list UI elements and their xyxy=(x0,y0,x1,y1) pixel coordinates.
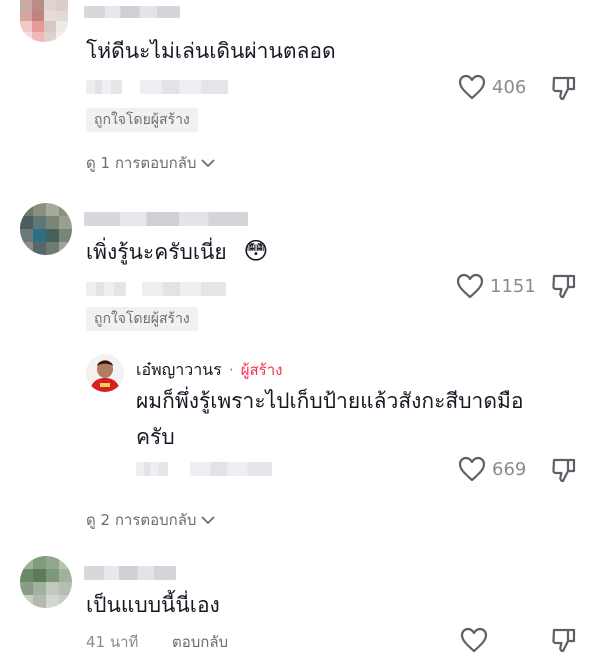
commenter-avatar[interactable] xyxy=(20,556,72,608)
heart-outline-icon xyxy=(458,456,486,482)
comment-meta xyxy=(140,80,228,94)
heart-outline-icon[interactable] xyxy=(460,627,488,653)
like-count: 406 xyxy=(492,76,527,98)
reply-text-line-1: ผมก็พึ่งรู้เพราะไปเก็บป้ายแล้วสังกะสีบาด… xyxy=(136,389,524,413)
like-button[interactable]: 669 xyxy=(458,456,526,482)
dislike-icon[interactable] xyxy=(550,626,578,654)
chevron-down-icon xyxy=(201,516,216,525)
reply-meta xyxy=(136,462,168,476)
heart-outline-icon xyxy=(456,273,484,299)
commenter-username[interactable] xyxy=(84,566,176,580)
comment-meta xyxy=(142,282,226,296)
chevron-down-icon xyxy=(201,159,216,168)
like-count: 669 xyxy=(492,458,527,480)
reply-text-line-2: ครับ xyxy=(136,425,175,449)
creator-avatar-image xyxy=(86,354,124,392)
separator-dot: · xyxy=(228,361,234,379)
liked-by-creator-badge: ถูกใจโดยผู้สร้าง xyxy=(86,307,198,331)
reply-meta xyxy=(190,462,272,476)
creator-label: ผู้สร้าง xyxy=(240,361,283,379)
commenter-avatar[interactable] xyxy=(20,203,72,255)
dislike-icon[interactable] xyxy=(550,272,578,300)
dislike-icon[interactable] xyxy=(550,74,578,102)
comment-text: โห่ดีนะไม่เล่นเดินผ่านตลอด xyxy=(86,39,336,63)
dislike-icon[interactable] xyxy=(550,456,578,484)
view-replies-label: ดู 1 การตอบกลับ xyxy=(86,154,197,172)
comment-meta xyxy=(86,282,126,296)
reply-author-name[interactable]: เอ๋พญาวานร xyxy=(136,360,222,379)
commenter-username[interactable] xyxy=(84,212,248,226)
comment-meta xyxy=(86,80,122,94)
commenter-username[interactable] xyxy=(84,6,180,18)
view-replies-button[interactable]: ดู 2 การตอบกลับ xyxy=(86,508,216,532)
like-button[interactable]: 406 xyxy=(458,74,526,100)
comment-time: 41 นาที xyxy=(86,633,139,651)
comment-text-body: เพิ่งรู้นะครับเนี่ย xyxy=(86,240,227,264)
reply-header: เอ๋พญาวานร · ผู้สร้าง xyxy=(136,358,282,383)
comment-text: เป็นแบบนี้นี่เอง xyxy=(86,593,220,617)
view-replies-button[interactable]: ดู 1 การตอบกลับ xyxy=(86,151,216,175)
like-button[interactable]: 1151 xyxy=(456,273,536,299)
reply-button[interactable]: ตอบกลับ xyxy=(172,630,228,654)
flushed-face-emoji: 😳 xyxy=(243,237,269,265)
view-replies-label: ดู 2 การตอบกลับ xyxy=(86,511,197,529)
comment-text: เพิ่งรู้นะครับเนี่ย 😳 xyxy=(86,236,268,267)
like-count: 1151 xyxy=(490,275,536,297)
heart-outline-icon xyxy=(458,74,486,100)
liked-by-creator-badge: ถูกใจโดยผู้สร้าง xyxy=(86,108,198,132)
creator-avatar[interactable] xyxy=(86,354,124,392)
commenter-avatar[interactable] xyxy=(20,0,68,42)
